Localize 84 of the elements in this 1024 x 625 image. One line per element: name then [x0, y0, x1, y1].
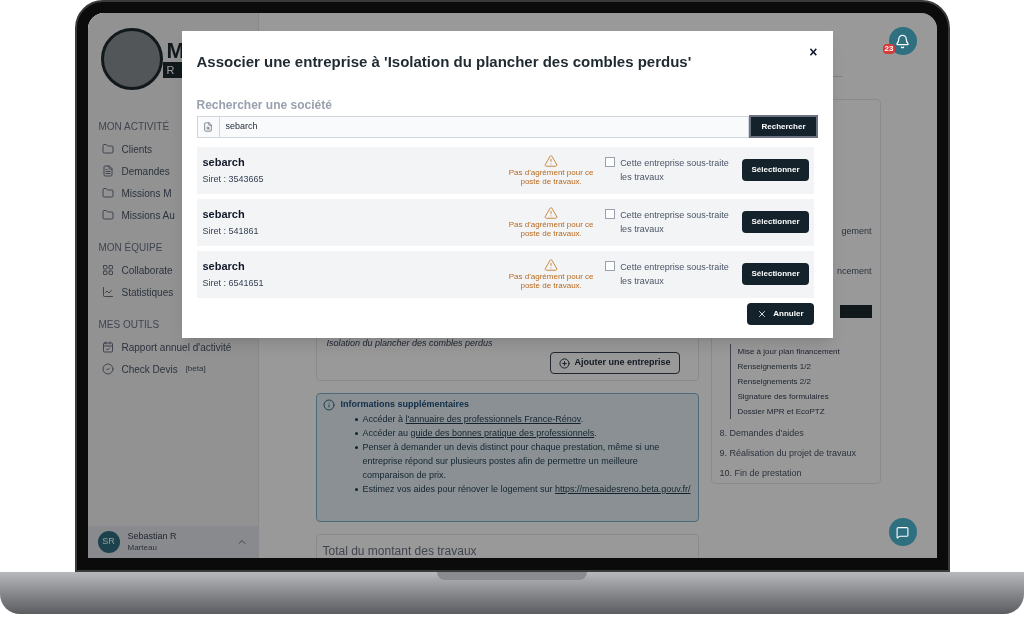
user-name: Sebastian R — [127, 531, 177, 543]
search-button[interactable]: Rechercher — [749, 115, 818, 138]
checkbox[interactable] — [605, 157, 616, 167]
sidebar-item[interactable]: Missions Au — [121, 207, 175, 223]
work-item-title: Isolation du plancher des combles perdus — [326, 336, 494, 350]
total-title: Total du montant des travaux — [322, 544, 477, 558]
bullet-icon — [354, 417, 358, 421]
bell-icon — [895, 33, 910, 49]
calendar-icon — [101, 341, 114, 353]
user-role: Marteau — [127, 542, 158, 553]
checkbox-label: Cette entreprise sous-traite les travaux — [620, 157, 730, 184]
info-bullet: Penser à demander un devis distinct pour chaque prestation, même si une entreprise répond sur plusieurs postes afin de permettre un meilleure comparaison de prix. — [354, 439, 692, 482]
step-item[interactable]: 9. Réalisation du projet de travaux — [719, 443, 872, 463]
sidebar-item[interactable]: Rapport annuel d'activité — [121, 339, 232, 355]
select-button[interactable]: Sélectionner — [742, 263, 809, 285]
warning-text: Pas d'agrément pour ce poste de travaux. — [507, 220, 595, 238]
cancel-button[interactable]: Annuler — [747, 302, 814, 325]
sidebar-item[interactable]: Missions M — [121, 185, 172, 201]
substep-item[interactable]: Dossier MPR et EcoPTZ — [737, 404, 872, 419]
checkbox[interactable] — [605, 261, 616, 271]
plus-circle-icon — [559, 357, 571, 369]
line-chart-icon — [101, 286, 114, 298]
check-circle-icon — [101, 363, 114, 375]
siret-number: Siret : 3543665 — [202, 172, 265, 186]
section-heading: MON ÉQUIPE — [98, 240, 163, 255]
search-label: Rechercher une société — [196, 96, 333, 114]
folder-icon — [101, 143, 114, 155]
close-icon — [757, 308, 768, 319]
active-step-bar — [839, 305, 872, 318]
bullet-icon — [354, 445, 358, 449]
warning-icon — [544, 154, 559, 168]
step-item[interactable]: 10. Fin de prestation — [719, 463, 872, 483]
select-button[interactable]: Sélectionner — [742, 159, 809, 181]
sidebar-item[interactable]: Check Devis — [121, 361, 178, 377]
search-field[interactable]: sebarch — [196, 115, 750, 138]
step-label: ncement — [836, 265, 872, 277]
warning-text: Pas d'agrément pour ce poste de travaux. — [507, 168, 595, 186]
substep-item[interactable]: Mise à jour plan financement — [737, 344, 872, 359]
warning-icon — [544, 258, 559, 272]
section-heading: MON ACTIVITÉ — [98, 119, 170, 134]
checkbox-label: Cette entreprise sous-traite les travaux — [620, 261, 730, 288]
checkbox[interactable] — [605, 209, 616, 219]
folder-icon — [101, 187, 114, 199]
close-button[interactable]: × — [809, 45, 818, 59]
section-heading: MES OUTILS — [98, 318, 160, 332]
substep-item[interactable]: Signature des formulaires — [737, 389, 872, 404]
info-title: Informations supplémentaires — [340, 398, 471, 411]
grid-icon — [101, 264, 114, 276]
company-name: sebarch — [202, 207, 246, 222]
step-label: gement — [841, 225, 872, 237]
document-icon — [101, 165, 114, 177]
warning-text: Pas d'agrément pour ce poste de travaux. — [507, 272, 595, 290]
user-footer[interactable]: SR Sebastian R Marteau — [87, 526, 258, 558]
info-bullet: Accéder à l'annuaire des professionnels France-Rénov. — [354, 411, 692, 426]
bullet-icon — [354, 487, 358, 491]
user-avatar: SR — [97, 531, 120, 553]
sidebar-item[interactable]: Clients — [121, 141, 153, 157]
document-search-icon — [203, 121, 213, 132]
substep-item[interactable]: Renseignements 2/2 — [737, 374, 872, 389]
select-button[interactable]: Sélectionner — [742, 211, 809, 233]
notification-badge: 23 — [882, 44, 896, 54]
chat-icon — [896, 525, 909, 539]
company-name: sebarch — [202, 259, 246, 274]
siret-number: Siret : 541861 — [202, 224, 260, 238]
company-name: sebarch — [202, 155, 246, 170]
warning-icon — [544, 206, 559, 220]
checkbox-label: Cette entreprise sous-traite les travaux — [620, 209, 730, 236]
siret-number: Siret : 6541651 — [202, 276, 265, 290]
add-company-button[interactable]: Ajouter une entreprise — [550, 352, 680, 374]
folder-icon — [101, 209, 114, 221]
substep-item[interactable]: Renseignements 1/2 — [737, 359, 872, 374]
info-link[interactable]: https://mesaidesreno.beta.gouv.fr/ — [555, 483, 691, 494]
info-bullet: Estimez vos aides pour rénover le logement sur https://mesaidesreno.beta.gouv.fr/ — [354, 481, 692, 496]
search-input[interactable]: sebarch — [219, 119, 749, 134]
chat-button[interactable] — [888, 518, 917, 546]
sidebar-item[interactable]: Statistiques — [121, 284, 174, 300]
info-link[interactable]: l'annuaire des professionnels France-Rénov — [405, 413, 581, 424]
bullet-icon — [354, 431, 358, 435]
sidebar-item[interactable]: Demandes — [121, 163, 170, 179]
sidebar-item[interactable]: Collaborate — [121, 262, 173, 278]
info-icon — [322, 399, 335, 411]
step-item[interactable]: 8. Demandes d'aides — [719, 423, 872, 443]
info-bullet: Accéder au guide des bonnes pratique des professionnels. — [354, 425, 692, 440]
beta-tag: [beta] — [185, 363, 206, 375]
